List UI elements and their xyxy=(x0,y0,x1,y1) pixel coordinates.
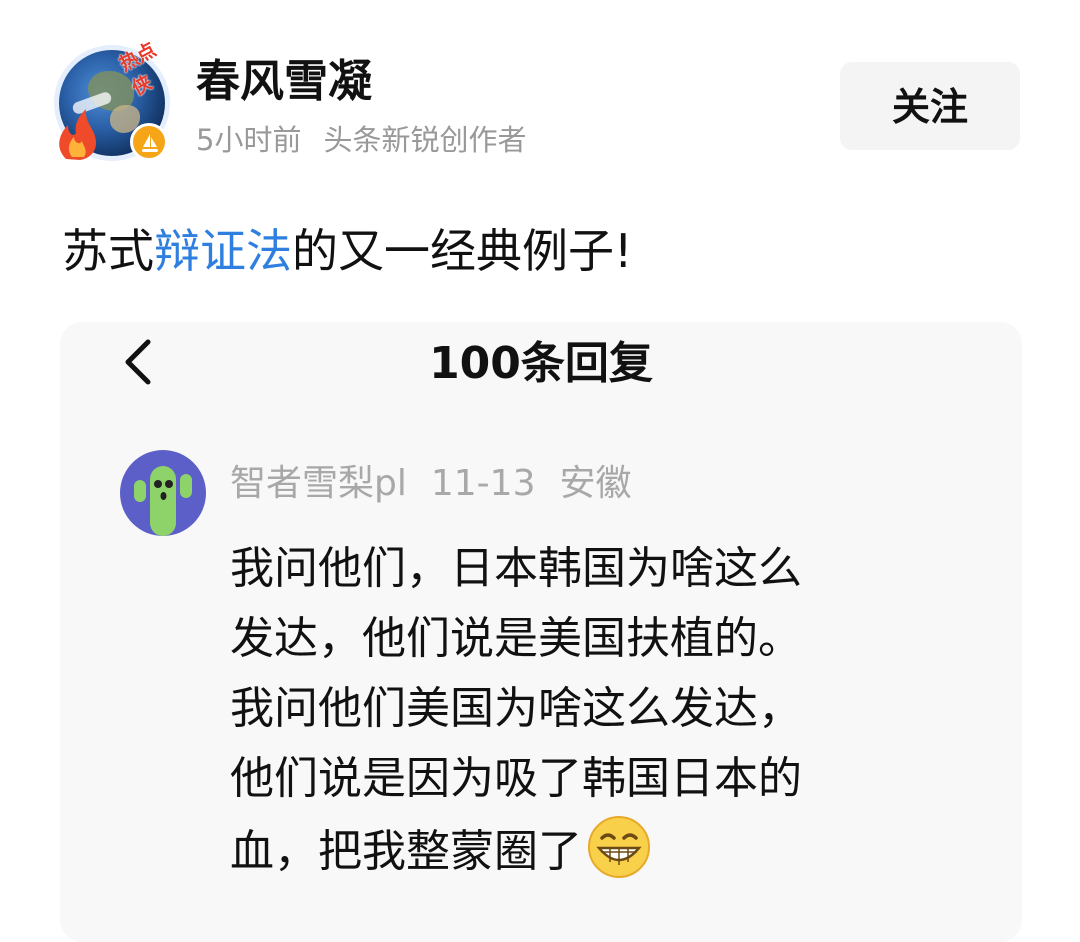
comment-line: 他们说是因为吸了韩国日本的 xyxy=(230,753,802,804)
grinning-face-emoji-icon xyxy=(588,816,650,878)
post-meta: 5小时前 头条新锐创作者 xyxy=(196,120,526,160)
title-prefix: 苏式 xyxy=(62,224,154,278)
comment-location: 安徽 xyxy=(559,463,632,504)
commenter-username: 智者雪梨pl xyxy=(230,463,407,504)
comment-last-line: 血，把我整蒙圈了 xyxy=(230,814,950,887)
author-tag: 头条新锐创作者 xyxy=(323,123,527,157)
comment-text: 我问他们，日本韩国为啥这么 发达，他们说是美国扶植的。 我问他们美国为啥这么发达… xyxy=(230,534,950,887)
sailboat-icon xyxy=(142,134,158,152)
time-ago: 5小时前 xyxy=(196,123,302,157)
cactus-icon xyxy=(134,466,192,536)
topic-tag-link[interactable]: 辩证法 xyxy=(154,224,292,278)
commenter-avatar xyxy=(120,450,206,536)
comment-date: 11-13 xyxy=(430,463,536,504)
comment-meta: 智者雪梨pl 11-13 安徽 xyxy=(230,458,655,510)
title-suffix: 的又一经典例子! xyxy=(292,224,633,278)
replies-title: 100条回复 xyxy=(429,338,653,389)
author-name[interactable]: 春风雪凝 xyxy=(196,52,372,112)
flame-icon xyxy=(59,109,96,160)
author-avatar[interactable]: 热点侠 xyxy=(54,39,170,161)
comment-line: 血，把我整蒙圈了 xyxy=(230,826,582,877)
comment-line: 发达，他们说是美国扶植的。 xyxy=(230,613,802,664)
creator-badge xyxy=(130,123,168,161)
post-title: 苏式辩证法的又一经典例子! xyxy=(62,218,632,284)
embedded-screenshot[interactable]: 100条回复 智者雪梨pl 11-13 安徽 我问他们，日本韩国为啥这么 发达，他们… xyxy=(60,322,1022,942)
follow-button[interactable]: 关注 xyxy=(840,62,1020,150)
comment-line: 我问他们，日本韩国为啥这么 xyxy=(230,543,802,594)
comment-line: 我问他们美国为啥这么发达， xyxy=(230,683,802,734)
